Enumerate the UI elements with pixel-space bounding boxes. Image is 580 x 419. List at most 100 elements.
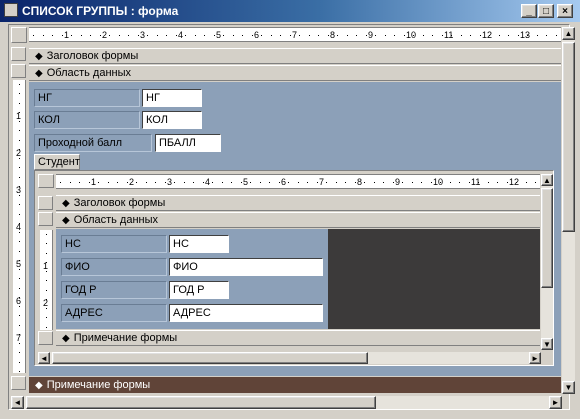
ruler-tick <box>204 35 205 36</box>
ruler-tick <box>308 35 310 36</box>
ruler-tick <box>174 182 175 183</box>
ruler-number: 2 <box>129 177 135 187</box>
subform-section-footer[interactable]: ◆ Примечание формы <box>56 330 540 346</box>
ruler-tick <box>498 35 500 36</box>
field-label-ns[interactable]: НС <box>61 235 167 253</box>
ruler-number: 3 <box>16 185 22 195</box>
ruler-tick <box>327 35 329 36</box>
ruler-tick <box>88 182 90 183</box>
title-bar[interactable]: СПИСОК ГРУППЫ : форма _ □ × <box>0 0 580 22</box>
ruler-tick <box>402 182 403 183</box>
field-ng[interactable]: НГ <box>142 89 202 107</box>
subform-selector[interactable] <box>38 174 54 188</box>
ruler-tick <box>42 35 44 36</box>
subform-detail-selector[interactable] <box>38 212 53 226</box>
subform-vertical-scrollbar[interactable]: ▲ ▼ <box>541 174 553 350</box>
ruler-tick <box>421 182 422 183</box>
field-label-pball[interactable]: Проходной балл <box>34 134 152 152</box>
main-vscroll-thumb[interactable] <box>562 42 575 232</box>
footer-selector[interactable] <box>11 376 26 390</box>
ruler-number: 5 <box>16 259 22 269</box>
ruler-tick <box>183 182 185 183</box>
field-label-fio[interactable]: ФИО <box>61 258 167 276</box>
header-selector[interactable] <box>11 47 26 61</box>
ruler-tick <box>251 35 253 36</box>
ruler-tick <box>383 182 384 183</box>
field-kol[interactable]: КОЛ <box>142 111 202 129</box>
section-arrow-icon: ◆ <box>62 332 70 344</box>
section-detail[interactable]: ◆ Область данных <box>29 65 561 81</box>
field-godr[interactable]: ГОД Р <box>169 281 229 299</box>
section-form-footer[interactable]: ◆ Примечание формы <box>29 377 561 393</box>
main-vertical-scrollbar[interactable]: ▲ ▼ <box>562 27 575 394</box>
ruler-tick <box>307 182 308 183</box>
ruler-tick <box>392 182 394 183</box>
ruler-tick <box>470 35 471 36</box>
subform-footer-selector[interactable] <box>38 331 53 345</box>
scroll-left-arrow-icon[interactable]: ◄ <box>11 396 24 409</box>
detail-selector[interactable] <box>11 64 26 78</box>
minimize-button[interactable]: _ <box>521 4 537 18</box>
ruler-tick <box>487 182 489 183</box>
ruler-tick <box>384 35 386 36</box>
subform-vscroll-thumb[interactable] <box>541 188 553 288</box>
close-button[interactable]: × <box>557 4 573 18</box>
ruler-tick <box>240 182 242 183</box>
field-ns[interactable]: НС <box>169 235 229 253</box>
ruler-tick <box>345 182 346 183</box>
subform-section-header[interactable]: ◆ Заголовок формы <box>56 195 540 211</box>
subform-horizontal-scrollbar[interactable]: ◄ ► <box>38 352 541 364</box>
subform-section-detail[interactable]: ◆ Область данных <box>56 212 540 228</box>
scroll-down-arrow-icon[interactable]: ▼ <box>562 381 575 394</box>
ruler-tick <box>375 35 376 36</box>
form-selector[interactable] <box>11 27 27 43</box>
field-pball[interactable]: ПБАЛЛ <box>155 134 221 152</box>
subform-hscroll-thumb[interactable] <box>52 352 368 364</box>
ruler-tick <box>79 182 80 183</box>
main-horizontal-scrollbar[interactable]: ◄ ► <box>11 396 562 409</box>
ruler-tick <box>506 182 508 183</box>
section-header-label: Заголовок формы <box>46 50 139 62</box>
subform-header-selector[interactable] <box>38 196 53 210</box>
section-arrow-icon: ◆ <box>62 214 70 226</box>
ruler-tick <box>19 84 20 85</box>
field-adres[interactable]: АДРЕС <box>169 304 323 322</box>
vertical-ruler: 1 2 3 4 5 6 7 <box>13 80 26 373</box>
ruler-tick <box>19 93 20 95</box>
ruler-tick <box>19 232 20 233</box>
scroll-down-arrow-icon[interactable]: ▼ <box>541 338 553 350</box>
ruler-tick <box>289 35 291 36</box>
main-hscroll-thumb[interactable] <box>26 396 376 409</box>
field-label-ng[interactable]: НГ <box>34 89 140 107</box>
scroll-right-arrow-icon[interactable]: ► <box>549 396 562 409</box>
ruler-number: 2 <box>16 148 22 158</box>
section-form-header[interactable]: ◆ Заголовок формы <box>29 48 561 64</box>
ruler-tick <box>364 182 365 183</box>
ruler-tick <box>231 182 232 183</box>
ruler-tick <box>137 35 139 36</box>
ruler-tick <box>145 182 147 183</box>
ruler-tick <box>19 102 20 104</box>
scroll-up-arrow-icon[interactable]: ▲ <box>541 174 553 186</box>
ruler-tick <box>508 35 509 36</box>
ruler-tick <box>46 243 47 245</box>
ruler-tick <box>297 182 299 183</box>
maximize-button[interactable]: □ <box>538 4 554 18</box>
scroll-left-arrow-icon[interactable]: ◄ <box>38 352 50 364</box>
ruler-tick <box>99 35 101 36</box>
field-label-adres[interactable]: АДРЕС <box>61 304 167 322</box>
section-detail-label: Область данных <box>46 67 132 79</box>
ruler-tick <box>19 324 20 326</box>
field-fio[interactable]: ФИО <box>169 258 323 276</box>
ruler-tick <box>46 308 47 309</box>
field-label-kol[interactable]: КОЛ <box>34 111 140 129</box>
subform-vertical-ruler: 12 <box>40 230 53 330</box>
subform-label[interactable]: Студент <box>34 154 80 170</box>
scroll-right-arrow-icon[interactable]: ► <box>529 352 541 364</box>
ruler-number: 4 <box>178 30 184 40</box>
ruler-number: 1 <box>43 261 49 271</box>
ruler-tick <box>354 182 356 183</box>
ruler-tick <box>261 35 262 36</box>
scroll-up-arrow-icon[interactable]: ▲ <box>562 27 575 40</box>
field-label-godr[interactable]: ГОД Р <box>61 281 167 299</box>
